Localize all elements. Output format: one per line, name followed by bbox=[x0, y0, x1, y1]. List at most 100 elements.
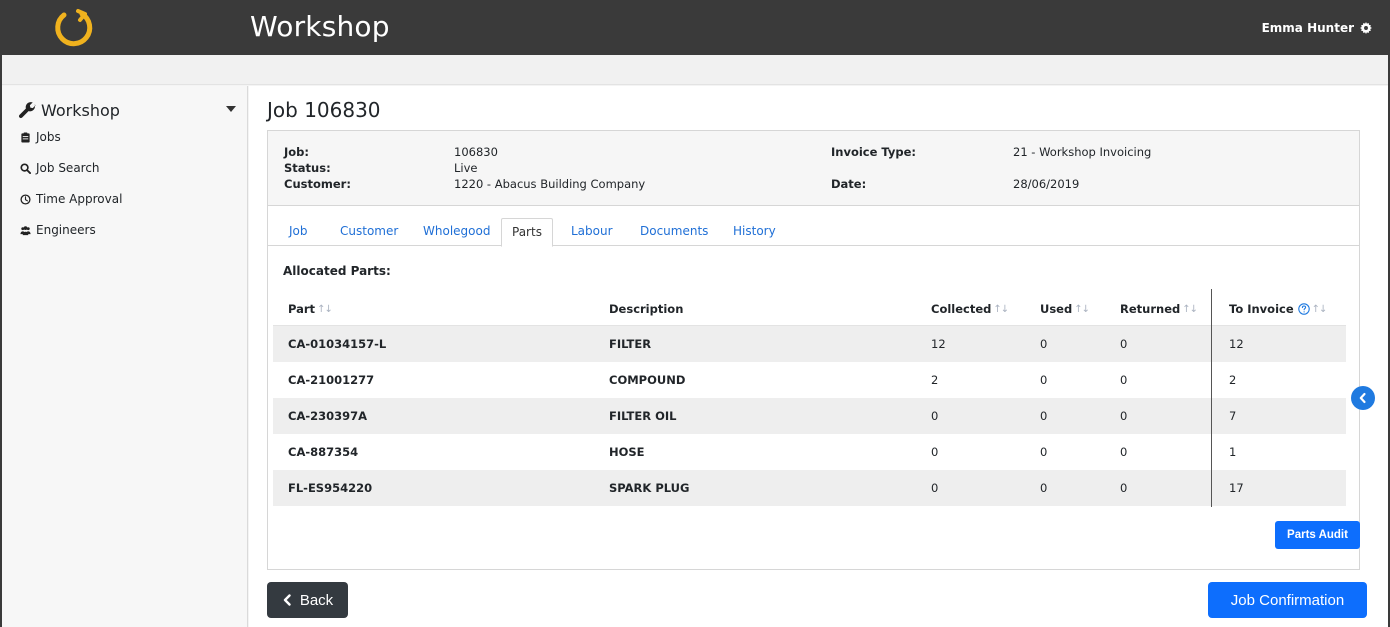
tab-parts[interactable]: Parts bbox=[501, 218, 553, 247]
sidebar: Workshop Jobs Job Search Time Approval E… bbox=[2, 86, 248, 627]
customer-field: Customer: bbox=[284, 177, 351, 191]
search-icon bbox=[20, 162, 31, 174]
column-header-description: Description bbox=[609, 302, 684, 316]
chevron-left-icon bbox=[283, 594, 291, 606]
date-field: Date: bbox=[831, 177, 867, 191]
job-value: 106830 bbox=[454, 145, 498, 159]
column-header-to-invoice[interactable]: To Invoice ↑↓ bbox=[1229, 302, 1328, 316]
cell-returned: 0 bbox=[1120, 445, 1128, 459]
cell-used: 0 bbox=[1040, 337, 1048, 351]
cell-description: FILTER bbox=[609, 337, 652, 351]
cell-used: 0 bbox=[1040, 373, 1048, 387]
invoice-type-field: Invoice Type: bbox=[831, 145, 917, 159]
user-name: Emma Hunter bbox=[1261, 21, 1354, 35]
customer-value: 1220 - Abacus Building Company bbox=[454, 177, 646, 191]
sidebar-section-workshop[interactable]: Workshop bbox=[18, 100, 242, 120]
cell-part: CA-21001277 bbox=[288, 373, 375, 387]
cell-part: CA-887354 bbox=[288, 445, 359, 459]
column-header-collected[interactable]: Collected ↑↓ bbox=[931, 302, 1009, 316]
cell-to-invoice: 2 bbox=[1229, 373, 1237, 387]
job-field: Job: bbox=[284, 145, 310, 159]
sidebar-item-jobs[interactable]: Jobs bbox=[20, 128, 61, 146]
cell-collected: 0 bbox=[931, 445, 939, 459]
sidebar-item-label: Job Search bbox=[36, 161, 100, 175]
panel-toggle-button[interactable] bbox=[1351, 386, 1375, 410]
tab-labour[interactable]: Labour bbox=[561, 218, 623, 246]
sort-icon[interactable]: ↑↓ bbox=[1182, 304, 1198, 315]
page-title: Job 106830 bbox=[267, 98, 381, 122]
cell-part: CA-01034157-L bbox=[288, 337, 387, 351]
tab-customer[interactable]: Customer bbox=[330, 218, 408, 246]
cell-collected: 0 bbox=[931, 481, 939, 495]
table-row[interactable]: FL-ES954220 SPARK PLUG 0 0 0 17 bbox=[273, 470, 1346, 506]
clipboard-icon bbox=[21, 131, 30, 143]
table-row[interactable]: CA-21001277 COMPOUND 2 0 0 2 bbox=[273, 362, 1346, 398]
sub-bar bbox=[2, 55, 1388, 85]
status-field: Status: bbox=[284, 161, 331, 175]
cell-to-invoice: 1 bbox=[1229, 445, 1237, 459]
sidebar-item-engineers[interactable]: Engineers bbox=[20, 221, 96, 239]
status-value: Live bbox=[454, 161, 478, 175]
column-header-used[interactable]: Used ↑↓ bbox=[1040, 302, 1090, 316]
sort-icon[interactable]: ↑↓ bbox=[1074, 304, 1090, 315]
job-confirmation-button[interactable]: Job Confirmation bbox=[1208, 582, 1367, 618]
cell-description: HOSE bbox=[609, 445, 645, 459]
tab-wholegood[interactable]: Wholegood bbox=[413, 218, 500, 246]
tab-history[interactable]: History bbox=[723, 218, 786, 246]
cell-collected: 12 bbox=[931, 337, 946, 351]
column-header-part[interactable]: Part ↑↓ bbox=[288, 302, 333, 316]
cell-description: COMPOUND bbox=[609, 373, 686, 387]
cell-description: FILTER OIL bbox=[609, 409, 677, 423]
clock-icon bbox=[20, 193, 31, 205]
cell-used: 0 bbox=[1040, 445, 1048, 459]
sort-icon[interactable]: ↑↓ bbox=[993, 304, 1009, 315]
allocated-parts-label: Allocated Parts: bbox=[283, 264, 391, 278]
date-value: 28/06/2019 bbox=[1013, 177, 1080, 191]
chevron-left-icon bbox=[1359, 392, 1366, 404]
app-window: Workshop Emma Hunter Workshop Jobs Job S… bbox=[0, 0, 1390, 627]
table-row[interactable]: CA-01034157-L FILTER 12 0 0 12 bbox=[273, 326, 1346, 362]
back-button[interactable]: Back bbox=[267, 582, 348, 618]
main-content: Job 106830 Job: 106830 Status: Live Cust… bbox=[249, 86, 1388, 627]
cell-returned: 0 bbox=[1120, 373, 1128, 387]
table-row[interactable]: CA-887354 HOSE 0 0 0 1 bbox=[273, 434, 1346, 470]
wrench-icon bbox=[18, 101, 36, 118]
cell-used: 0 bbox=[1040, 409, 1048, 423]
sidebar-item-label: Engineers bbox=[36, 223, 96, 237]
table-row[interactable]: CA-230397A FILTER OIL 0 0 0 7 bbox=[273, 398, 1346, 434]
sidebar-section-label: Workshop bbox=[41, 100, 120, 120]
cell-to-invoice: 17 bbox=[1229, 481, 1244, 495]
cell-returned: 0 bbox=[1120, 409, 1128, 423]
back-label: Back bbox=[299, 591, 334, 609]
tab-bar: Job Customer Wholegood Parts Labour Docu… bbox=[268, 206, 1359, 247]
column-header-returned[interactable]: Returned ↑↓ bbox=[1120, 302, 1198, 316]
sidebar-item-job-search[interactable]: Job Search bbox=[20, 159, 100, 177]
cell-to-invoice: 7 bbox=[1229, 409, 1237, 423]
column-divider bbox=[1211, 289, 1212, 507]
cell-returned: 0 bbox=[1120, 481, 1128, 495]
parts-audit-button[interactable]: Parts Audit bbox=[1275, 521, 1360, 549]
sidebar-item-label: Time Approval bbox=[36, 192, 123, 206]
sort-icon[interactable]: ↑↓ bbox=[317, 304, 333, 315]
cell-collected: 0 bbox=[931, 409, 939, 423]
job-card: Job: 106830 Status: Live Customer: 1220 … bbox=[267, 130, 1360, 570]
help-icon[interactable] bbox=[1297, 303, 1310, 315]
cell-to-invoice: 12 bbox=[1229, 337, 1244, 351]
parts-table-header: Part ↑↓ Description Collected ↑↓ Used ↑↓ Re… bbox=[273, 289, 1346, 326]
user-menu[interactable]: Emma Hunter bbox=[1262, 21, 1372, 35]
cell-part: CA-230397A bbox=[288, 409, 368, 423]
gear-icon[interactable] bbox=[1360, 22, 1372, 34]
logo-icon[interactable] bbox=[52, 6, 96, 50]
cell-part: FL-ES954220 bbox=[288, 481, 373, 495]
sort-icon[interactable]: ↑↓ bbox=[1312, 304, 1328, 315]
tab-documents[interactable]: Documents bbox=[630, 218, 718, 246]
users-icon bbox=[20, 225, 31, 235]
cell-used: 0 bbox=[1040, 481, 1048, 495]
invoice-type-value: 21 - Workshop Invoicing bbox=[1013, 145, 1152, 159]
sidebar-item-label: Jobs bbox=[36, 130, 61, 144]
tab-job[interactable]: Job bbox=[279, 218, 318, 246]
sidebar-item-time-approval[interactable]: Time Approval bbox=[20, 190, 122, 208]
app-title: Workshop bbox=[250, 10, 390, 43]
chevron-down-icon[interactable] bbox=[226, 106, 236, 112]
job-summary: Job: 106830 Status: Live Customer: 1220 … bbox=[268, 131, 1359, 206]
